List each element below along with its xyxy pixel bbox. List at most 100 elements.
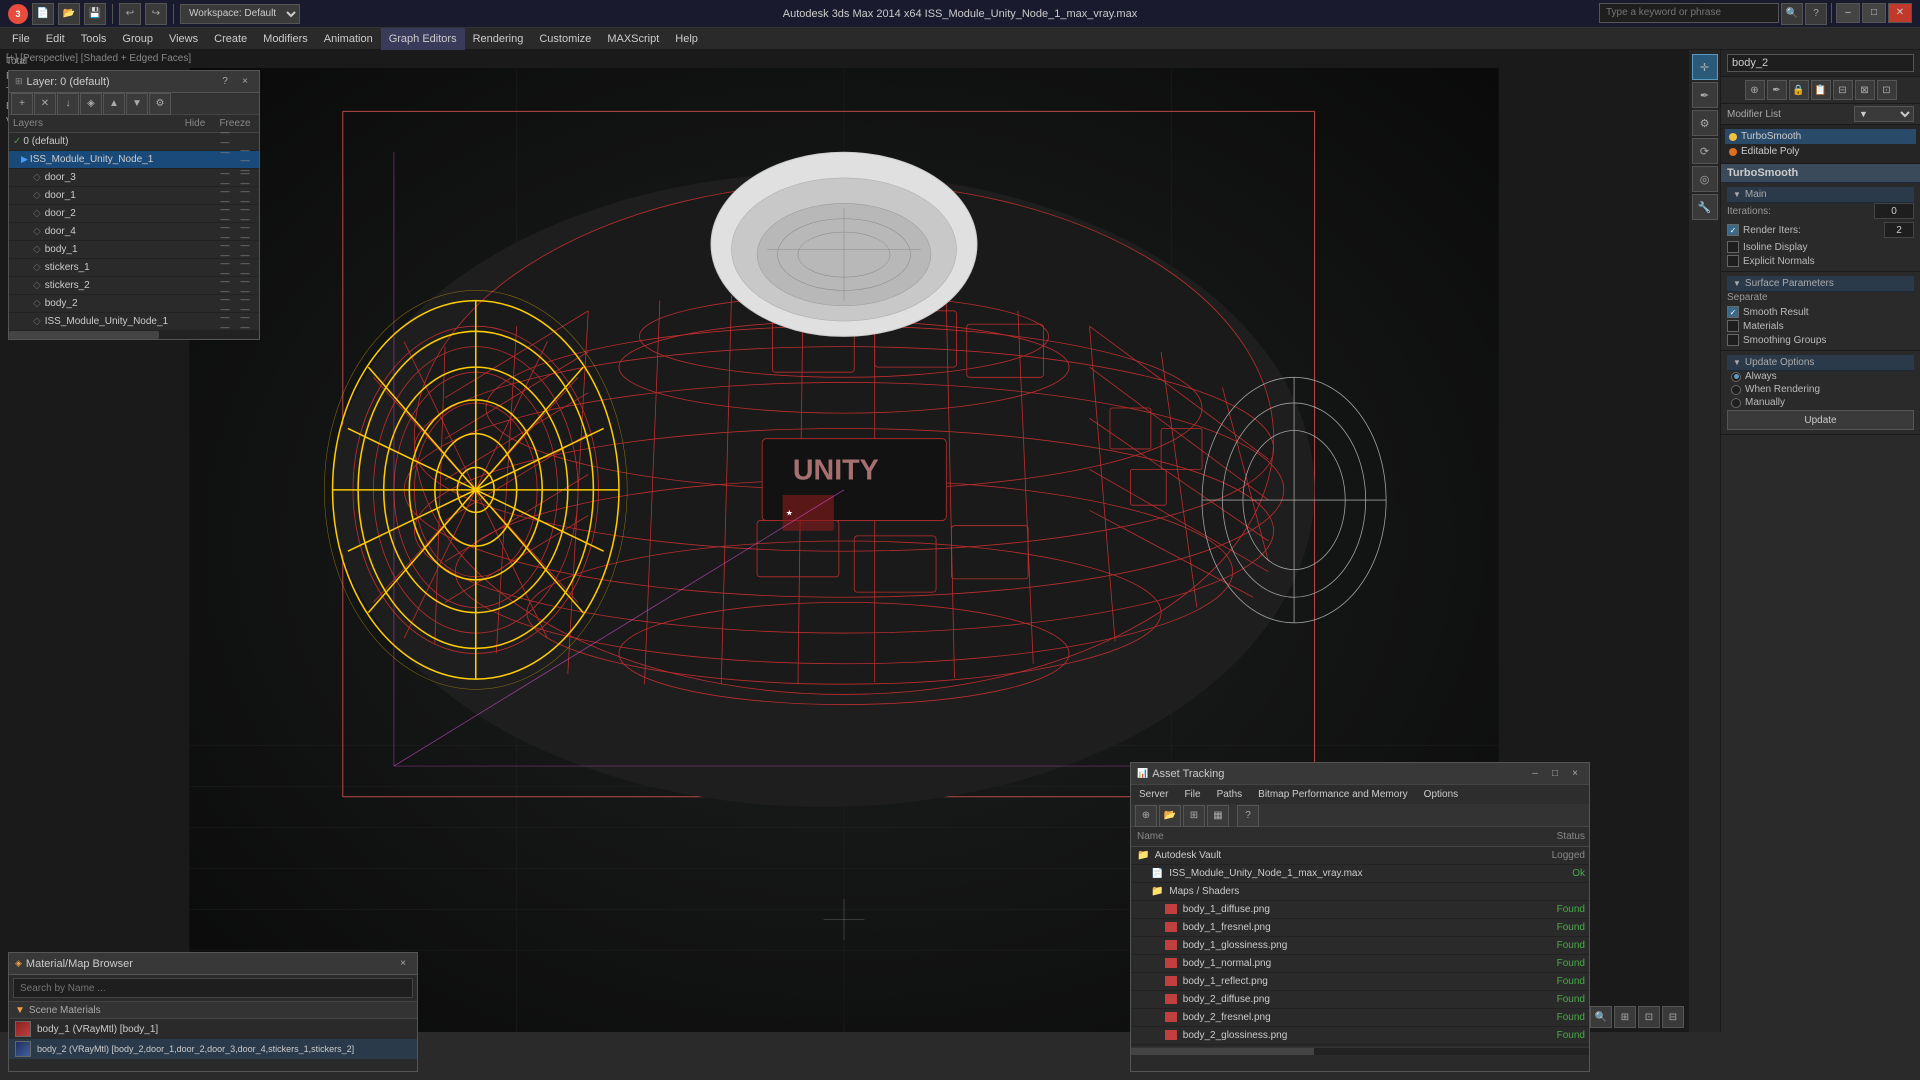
prop-icon-2[interactable]: ✒ xyxy=(1767,80,1787,100)
layers-close-btn[interactable]: × xyxy=(237,74,253,90)
asset-row-img-4[interactable]: body_1_reflect.png Found xyxy=(1131,973,1589,991)
asset-tracking-maximize-btn[interactable]: □ xyxy=(1547,766,1563,782)
asset-scrollbar-thumb[interactable] xyxy=(1131,1048,1314,1055)
asset-row-img-2[interactable]: body_1_glossiness.png Found xyxy=(1131,937,1589,955)
ts-render-iters-input[interactable] xyxy=(1884,222,1914,238)
layers-new-btn[interactable]: + xyxy=(11,93,33,115)
layer-item-body1[interactable]: ◇ body_1 — — — — xyxy=(9,241,259,259)
prop-icon-6[interactable]: ⊠ xyxy=(1855,80,1875,100)
icon-create-btn[interactable]: ✛ xyxy=(1692,54,1718,80)
layer-item-body2[interactable]: ◇ body_2 — — — — xyxy=(9,295,259,313)
icon-hierarchy-btn[interactable]: ⚙ xyxy=(1692,110,1718,136)
material-item-body1[interactable]: body_1 (VRayMtl) [body_1] xyxy=(9,1019,417,1039)
ts-always-radio[interactable]: Always xyxy=(1731,371,1914,382)
asset-row-img-5[interactable]: body_2_diffuse.png Found xyxy=(1131,991,1589,1009)
menu-graph-editors[interactable]: Graph Editors xyxy=(381,28,465,50)
search-input[interactable] xyxy=(1599,3,1779,23)
layers-move-up-btn[interactable]: ▲ xyxy=(103,93,125,115)
ts-surface-title[interactable]: ▼ Surface Parameters xyxy=(1727,276,1914,292)
layers-help-btn[interactable]: ? xyxy=(217,74,233,90)
asset-table-body[interactable]: 📁 Autodesk Vault Logged 📄 ISS_Module_Uni… xyxy=(1131,847,1589,1047)
asset-row-img-7[interactable]: body_2_glossiness.png Found xyxy=(1131,1027,1589,1045)
help-btn[interactable]: ? xyxy=(1805,3,1827,25)
prop-icon-1[interactable]: ⊕ xyxy=(1745,80,1765,100)
asset-menu-options[interactable]: Options xyxy=(1416,785,1466,805)
asset-tracking-close-btn[interactable]: × xyxy=(1567,766,1583,782)
object-name-field[interactable] xyxy=(1727,54,1914,72)
menu-maxscript[interactable]: MAXScript xyxy=(599,28,667,50)
asset-row-maps[interactable]: 📁 Maps / Shaders xyxy=(1131,883,1589,901)
menu-group[interactable]: Group xyxy=(114,28,161,50)
nav-fov-btn[interactable]: ⊞ xyxy=(1614,1006,1636,1028)
asset-btn-4[interactable]: ▦ xyxy=(1207,805,1229,827)
modifier-editablepoly[interactable]: Editable Poly xyxy=(1725,144,1916,159)
ts-smoothing-groups-checkbox[interactable] xyxy=(1727,334,1739,346)
window-maximize-btn[interactable]: □ xyxy=(1862,3,1886,23)
asset-row-img-3[interactable]: body_1_normal.png Found xyxy=(1131,955,1589,973)
ts-materials-checkbox[interactable] xyxy=(1727,320,1739,332)
asset-row-iss-file[interactable]: 📄 ISS_Module_Unity_Node_1_max_vray.max O… xyxy=(1131,865,1589,883)
title-open-btn[interactable]: 📂 xyxy=(58,3,80,25)
modifier-turbosmooth[interactable]: TurboSmooth xyxy=(1725,129,1916,144)
icon-utilities-btn[interactable]: 🔧 xyxy=(1692,194,1718,220)
menu-rendering[interactable]: Rendering xyxy=(465,28,532,50)
nav-zoomall-btn[interactable]: ⊡ xyxy=(1638,1006,1660,1028)
menu-views[interactable]: Views xyxy=(161,28,206,50)
asset-btn-help[interactable]: ? xyxy=(1237,805,1259,827)
menu-animation[interactable]: Animation xyxy=(316,28,381,50)
asset-row-img-1[interactable]: body_1_fresnel.png Found xyxy=(1131,919,1589,937)
layers-sel-btn[interactable]: ◈ xyxy=(80,93,102,115)
material-search-input[interactable] xyxy=(13,978,413,998)
menu-edit[interactable]: Edit xyxy=(38,28,73,50)
asset-menu-file[interactable]: File xyxy=(1176,785,1208,805)
asset-row-vault[interactable]: 📁 Autodesk Vault Logged xyxy=(1131,847,1589,865)
layer-item-0[interactable]: ✓ 0 (default) — — — xyxy=(9,133,259,151)
window-minimize-btn[interactable]: – xyxy=(1836,3,1860,23)
ts-update-btn[interactable]: Update xyxy=(1727,410,1914,430)
menu-modifiers[interactable]: Modifiers xyxy=(255,28,316,50)
prop-icon-5[interactable]: ⊟ xyxy=(1833,80,1853,100)
layers-scrollbar[interactable] xyxy=(9,331,259,339)
asset-menu-bitmap[interactable]: Bitmap Performance and Memory xyxy=(1250,785,1416,805)
layer-item-door4[interactable]: ◇ door_4 — — — — xyxy=(9,223,259,241)
ts-render-iters-checkbox[interactable]: ✓ xyxy=(1727,224,1739,236)
asset-btn-1[interactable]: ⊕ xyxy=(1135,805,1157,827)
layer-item-issnode[interactable]: ◇ ISS_Module_Unity_Node_1 — — — — xyxy=(9,313,259,331)
title-undo-btn[interactable]: ↩ xyxy=(119,3,141,25)
menu-file[interactable]: File xyxy=(4,28,38,50)
title-save-btn[interactable]: 💾 xyxy=(84,3,106,25)
ts-iterations-input[interactable] xyxy=(1874,203,1914,219)
nav-zoom-btn[interactable]: 🔍 xyxy=(1590,1006,1612,1028)
menu-tools[interactable]: Tools xyxy=(73,28,115,50)
menu-customize[interactable]: Customize xyxy=(531,28,599,50)
menu-create[interactable]: Create xyxy=(206,28,255,50)
ts-manually-radio[interactable]: Manually xyxy=(1731,397,1914,408)
ts-main-title[interactable]: ▼ Main xyxy=(1727,187,1914,203)
layer-item-stickers2[interactable]: ◇ stickers_2 — — — — xyxy=(9,277,259,295)
title-redo-btn[interactable]: ↪ xyxy=(145,3,167,25)
search-btn[interactable]: 🔍 xyxy=(1781,3,1803,25)
material-browser-close-btn[interactable]: × xyxy=(395,956,411,972)
prop-icon-3[interactable]: 🔒 xyxy=(1789,80,1809,100)
layers-move-down-btn[interactable]: ▼ xyxy=(126,93,148,115)
asset-scrollbar-h[interactable] xyxy=(1131,1047,1589,1055)
icon-motion-btn[interactable]: ⟳ xyxy=(1692,138,1718,164)
layer-item-1[interactable]: ▶ ISS_Module_Unity_Node_1 — — — xyxy=(9,151,259,169)
modifier-dropdown[interactable]: ▼ xyxy=(1854,106,1914,122)
prop-icon-7[interactable]: ⊡ xyxy=(1877,80,1897,100)
layer-item-door3[interactable]: ◇ door_3 — — — — xyxy=(9,169,259,187)
workspace-select[interactable]: Workspace: Default xyxy=(180,4,300,24)
nav-zoomsel-btn[interactable]: ⊟ xyxy=(1662,1006,1684,1028)
asset-btn-2[interactable]: 📂 xyxy=(1159,805,1181,827)
ts-explicit-checkbox[interactable] xyxy=(1727,255,1739,267)
ts-smooth-result-checkbox[interactable]: ✓ xyxy=(1727,306,1739,318)
asset-row-img-0[interactable]: body_1_diffuse.png Found xyxy=(1131,901,1589,919)
ts-when-rendering-radio[interactable]: When Rendering xyxy=(1731,384,1914,395)
layers-delete-btn[interactable]: ✕ xyxy=(34,93,56,115)
layers-scrollbar-thumb[interactable] xyxy=(9,331,159,339)
layers-add-sel-btn[interactable]: ↓ xyxy=(57,93,79,115)
title-new-btn[interactable]: 📄 xyxy=(32,3,54,25)
icon-modify-btn[interactable]: ✒ xyxy=(1692,82,1718,108)
asset-tracking-minimize-btn[interactable]: – xyxy=(1527,766,1543,782)
layer-item-door1[interactable]: ◇ door_1 — — — — xyxy=(9,187,259,205)
